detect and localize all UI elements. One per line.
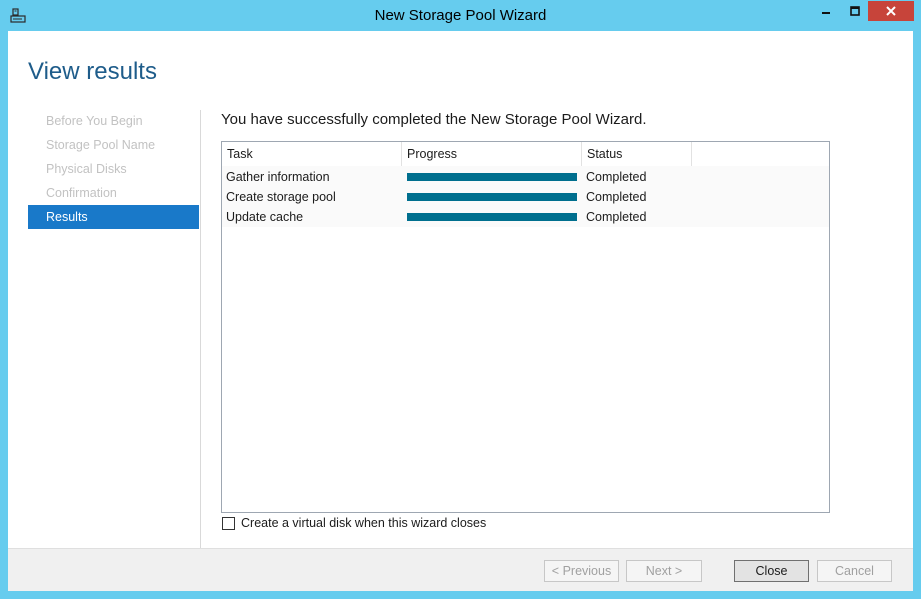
status-cell: Completed [586, 170, 647, 184]
maximize-button[interactable] [841, 1, 868, 21]
status-cell: Completed [586, 210, 647, 224]
nav-item-confirmation[interactable]: Confirmation [28, 181, 199, 205]
table-row[interactable]: Update cache Completed [222, 207, 829, 227]
column-header-task[interactable]: Task [222, 142, 402, 166]
next-button[interactable]: Next > [626, 560, 702, 582]
close-button[interactable]: Close [734, 560, 809, 582]
create-virtual-disk-label[interactable]: Create a virtual disk when this wizard c… [241, 516, 486, 530]
close-icon [886, 6, 896, 16]
results-list-header: Task Progress Status [222, 142, 829, 167]
cancel-button[interactable]: Cancel [817, 560, 892, 582]
progress-bar [407, 173, 577, 181]
maximize-icon [849, 6, 860, 16]
progress-bar [407, 193, 577, 201]
progress-bar-fill [407, 193, 577, 201]
table-row[interactable]: Create storage pool Completed [222, 187, 829, 207]
progress-bar [407, 213, 577, 221]
table-row[interactable]: Gather information Completed [222, 167, 829, 187]
wizard-step-nav: Before You Begin Storage Pool Name Physi… [28, 109, 199, 229]
column-header-status[interactable]: Status [582, 142, 692, 166]
minimize-button[interactable] [812, 1, 839, 21]
task-cell: Update cache [226, 210, 304, 224]
create-virtual-disk-checkbox[interactable] [222, 516, 235, 530]
previous-button[interactable]: < Previous [544, 560, 619, 582]
wizard-client-area: View results Before You Begin Storage Po… [8, 31, 913, 591]
success-message: You have successfully completed the New … [221, 111, 647, 128]
column-header-progress[interactable]: Progress [402, 142, 582, 166]
create-virtual-disk-option[interactable]: Create a virtual disk when this wizard c… [222, 515, 486, 531]
minimize-icon [821, 12, 830, 14]
nav-item-physical-disks[interactable]: Physical Disks [28, 157, 199, 181]
nav-item-results[interactable]: Results [28, 205, 199, 229]
window-title: New Storage Pool Wizard [374, 7, 547, 24]
nav-item-before-you-begin[interactable]: Before You Begin [28, 109, 199, 133]
status-cell: Completed [586, 190, 647, 204]
page-title: View results [28, 58, 157, 85]
nav-item-storage-pool-name[interactable]: Storage Pool Name [28, 133, 199, 157]
nav-divider [200, 110, 201, 549]
task-cell: Create storage pool [226, 190, 336, 204]
results-list[interactable]: Task Progress Status Gather information … [221, 141, 830, 513]
task-cell: Gather information [226, 170, 330, 184]
close-window-button[interactable] [868, 1, 914, 21]
wizard-window: New Storage Pool Wizard View results Bef… [0, 0, 921, 599]
title-bar[interactable]: New Storage Pool Wizard [0, 0, 921, 31]
progress-bar-fill [407, 213, 577, 221]
progress-bar-fill [407, 173, 577, 181]
wizard-footer: < Previous Next > Close Cancel [8, 548, 913, 591]
results-list-body: Gather information Completed Create stor… [222, 166, 829, 227]
